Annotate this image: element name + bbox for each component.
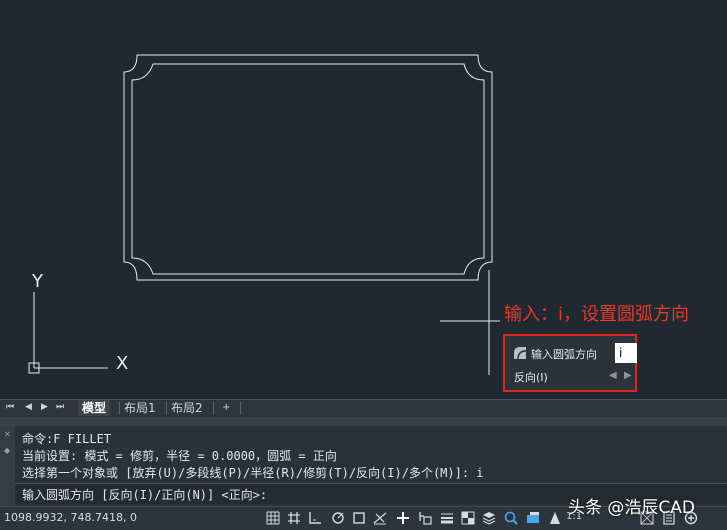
pin-icon[interactable]: ◆: [4, 446, 10, 455]
annotation-text: 输入：i，设置圆弧方向: [504, 304, 689, 325]
ortho-icon[interactable]: [308, 511, 322, 525]
tab-next-icon[interactable]: ▶: [41, 402, 48, 412]
prompt-label: 输入圆弧方向: [531, 348, 597, 361]
prompt-value-input[interactable]: i: [615, 343, 637, 363]
option-prev-icon[interactable]: ◀: [609, 370, 617, 381]
command-history-line: 当前设置: 模式 = 修剪，半径 = 0.0000，圆弧 = 正向: [22, 449, 337, 463]
snap-tracking-icon[interactable]: [373, 511, 387, 525]
ucs-y-label: Y: [31, 271, 44, 292]
coordinate-readout: 1098.9932, 748.7418, 0: [4, 511, 137, 524]
tab-separator: [213, 401, 214, 415]
dynamic-ucs-icon[interactable]: [396, 511, 410, 525]
viewport-icon[interactable]: [526, 511, 540, 525]
layers-icon[interactable]: [482, 511, 496, 525]
command-window-handle[interactable]: ✕ ◆: [0, 426, 15, 506]
dynamic-input-icon[interactable]: [418, 511, 432, 525]
inner-frame: [131, 63, 485, 275]
annotation-scale-icon[interactable]: [548, 511, 562, 525]
lineweight-icon[interactable]: [440, 511, 454, 525]
tab-prev-icon[interactable]: ◀: [25, 402, 32, 412]
layout-tab-bar: ⏮ ◀ ▶ ⏭ 模型 布局1 布局2 +: [0, 399, 727, 417]
tab-add[interactable]: +: [218, 400, 234, 416]
command-input-text[interactable]: 输入圆弧方向 [反向(I)/正向(N)] <正向>:: [22, 486, 267, 503]
tab-layout1[interactable]: 布局1: [120, 400, 160, 416]
zoom-icon[interactable]: [504, 511, 518, 525]
transparency-icon[interactable]: [461, 511, 475, 525]
tab-separator: [240, 401, 241, 415]
command-history-line: 选择第一个对象或 [放弃(U)/多段线(P)/半径(R)/修剪(T)/反向(I)…: [22, 466, 484, 480]
polar-tracking-icon[interactable]: [331, 511, 345, 525]
command-history-line: 命令:F FILLET: [22, 432, 112, 446]
tab-first-icon[interactable]: ⏮: [6, 402, 14, 412]
tab-last-icon[interactable]: ⏭: [56, 402, 64, 412]
close-icon[interactable]: ✕: [4, 430, 11, 439]
panel-splitter[interactable]: [0, 417, 727, 426]
arc-direction-icon: [514, 347, 527, 360]
dynamic-input-prompt: 输入圆弧方向 i 反向(I) ◀ ▶: [503, 334, 637, 392]
prompt-input-row: 输入圆弧方向 i: [511, 343, 637, 363]
option-next-icon[interactable]: ▶: [624, 370, 632, 381]
outer-frame: [123, 54, 493, 281]
ucs-x-label: X: [116, 353, 128, 374]
tab-model[interactable]: 模型: [78, 400, 111, 416]
drawing-canvas[interactable]: Y X 输入：i，设置圆弧方向 输入圆弧方向 i 反向(I) ◀ ▶: [0, 0, 727, 399]
prompt-option-label[interactable]: 反向(I): [514, 369, 548, 385]
prompt-option-row[interactable]: 反向(I) ◀ ▶: [511, 368, 633, 386]
snap-icon[interactable]: [287, 511, 301, 525]
grid-icon[interactable]: [266, 511, 280, 525]
object-snap-icon[interactable]: [352, 511, 366, 525]
tab-layout2[interactable]: 布局2: [167, 400, 207, 416]
watermark: 头条 @浩辰CAD: [568, 498, 695, 518]
